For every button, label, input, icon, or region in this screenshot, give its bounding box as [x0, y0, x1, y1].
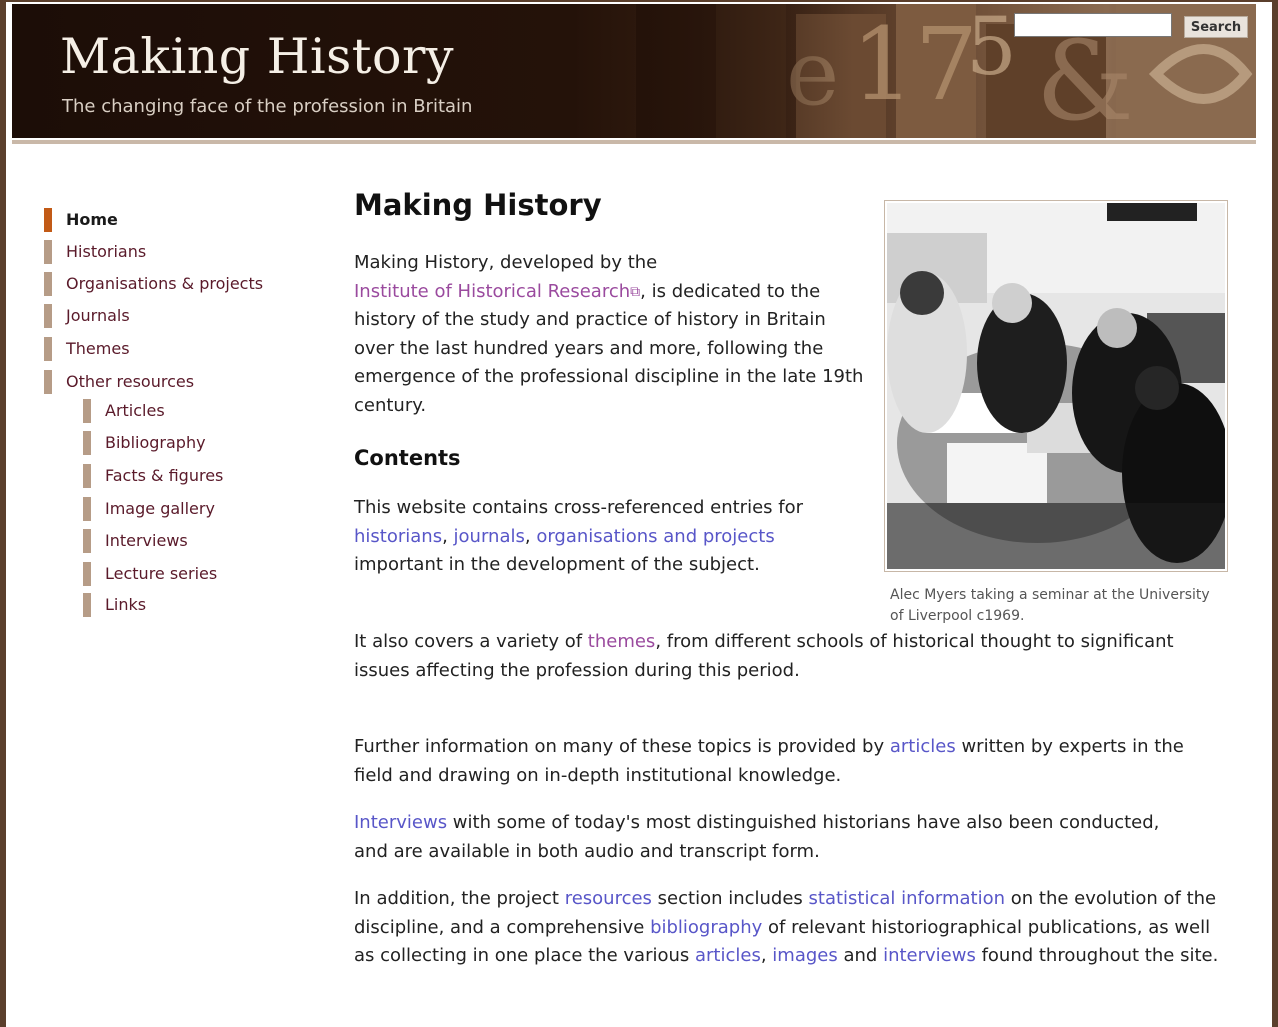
link-interviews[interactable]: Interviews — [354, 812, 447, 833]
nav-active-marker — [44, 208, 52, 232]
nav-marker — [83, 497, 91, 521]
link-images[interactable]: images — [772, 945, 837, 966]
nav-marker — [83, 529, 91, 553]
nav-item-label: Lecture series — [105, 564, 218, 583]
paragraph-text: , — [524, 525, 537, 547]
nav-item-historians[interactable]: Historians — [44, 240, 147, 264]
link-bibliography[interactable]: bibliography — [650, 917, 762, 938]
nav-item-label: Articles — [105, 401, 165, 420]
link-institute-historical-research[interactable]: Institute of Historical Research⧉ — [354, 281, 640, 302]
paragraph-text: section includes — [651, 888, 809, 909]
link-journals[interactable]: journals — [454, 526, 525, 547]
search-button[interactable]: Search — [1184, 16, 1248, 38]
link-text: Institute of Historical Research — [354, 280, 631, 302]
nav-marker — [44, 240, 52, 264]
external-link-icon: ⧉ — [630, 283, 641, 300]
paragraph-text: This website contains cross-referenced e… — [354, 497, 803, 518]
contents-paragraph-3: Further information on many of these top… — [354, 733, 1184, 790]
paragraph-text: In addition, the project — [354, 888, 565, 909]
link-articles[interactable]: articles — [890, 736, 956, 757]
link-interviews-2[interactable]: interviews — [883, 945, 976, 966]
seminar-photo — [887, 203, 1225, 569]
seminar-photo-frame — [884, 200, 1228, 572]
nav-item-journals[interactable]: Journals — [44, 304, 130, 328]
contents-paragraph-1: This website contains cross-referenced e… — [354, 494, 850, 580]
nav-subitem-links[interactable]: Links — [83, 593, 147, 617]
contents-paragraph-5: In addition, the project resources secti… — [354, 885, 1229, 971]
link-organisations-projects[interactable]: organisations and projects — [536, 526, 774, 547]
paragraph-text: important in the development of the subj… — [354, 554, 760, 575]
nav-marker — [44, 304, 52, 328]
nav-subitem-facts-figures[interactable]: Facts & figures — [83, 464, 224, 488]
nav-item-label: Historians — [66, 242, 147, 261]
paragraph-text: with some of today's most distinguished … — [354, 812, 1160, 862]
paragraph-text: It also covers a variety of — [354, 631, 588, 652]
link-resources[interactable]: resources — [565, 888, 652, 909]
intro-text: Making History, developed by the — [354, 252, 658, 273]
nav-subitem-interviews[interactable]: Interviews — [83, 529, 188, 553]
photo-caption: Alec Myers taking a seminar at the Unive… — [890, 587, 1210, 624]
paragraph-text: Further information on many of these top… — [354, 736, 890, 757]
nav-subitem-bibliography[interactable]: Bibliography — [83, 431, 206, 455]
paragraph-text: found throughout the site. — [975, 945, 1219, 966]
search-input[interactable] — [1014, 13, 1172, 37]
nav-marker — [44, 272, 52, 296]
nav-item-label: Other resources — [66, 372, 195, 391]
link-articles-2[interactable]: articles — [695, 945, 761, 966]
nav-subitem-lecture-series[interactable]: Lecture series — [83, 562, 218, 586]
nav-item-label: Interviews — [105, 531, 188, 550]
nav-item-other-resources[interactable]: Other resources — [44, 370, 195, 394]
nav-subitem-articles[interactable]: Articles — [83, 399, 165, 423]
paragraph-text: and — [837, 945, 884, 966]
header-divider — [12, 140, 1256, 144]
nav-marker — [83, 562, 91, 586]
nav-item-label: Organisations & projects — [66, 274, 264, 293]
nav-item-label: Bibliography — [105, 433, 206, 452]
nav-marker — [83, 431, 91, 455]
link-themes[interactable]: themes — [588, 631, 656, 652]
nav-item-label: Themes — [66, 339, 130, 358]
nav-item-label: Links — [105, 595, 147, 614]
paragraph-text: , — [760, 945, 773, 966]
contents-paragraph-2: It also covers a variety of themes, from… — [354, 628, 1224, 685]
site-tagline: The changing face of the profession in B… — [62, 96, 473, 117]
contents-paragraph-4: Interviews with some of today's most dis… — [354, 809, 1184, 866]
nav-item-label: Journals — [66, 306, 130, 325]
contents-heading: Contents — [354, 446, 461, 470]
nav-item-label: Facts & figures — [105, 466, 224, 485]
link-statistical-information[interactable]: statistical information — [809, 888, 1006, 909]
nav-item-themes[interactable]: Themes — [44, 337, 130, 361]
nav-marker — [44, 370, 52, 394]
nav-marker — [44, 337, 52, 361]
site-title[interactable]: Making History — [60, 28, 454, 85]
link-historians[interactable]: historians — [354, 526, 442, 547]
paragraph-text: , — [442, 525, 454, 547]
nav-item-label: Home — [66, 210, 118, 229]
nav-marker — [83, 399, 91, 423]
nav-item-label: Image gallery — [105, 499, 215, 518]
nav-item-organisations[interactable]: Organisations & projects — [44, 272, 264, 296]
nav-marker — [83, 593, 91, 617]
nav-marker — [83, 464, 91, 488]
page-title: Making History — [354, 188, 602, 222]
nav-subitem-image-gallery[interactable]: Image gallery — [83, 497, 215, 521]
intro-paragraph: Making History, developed by the Institut… — [354, 249, 870, 420]
nav-item-home[interactable]: Home — [44, 208, 118, 232]
